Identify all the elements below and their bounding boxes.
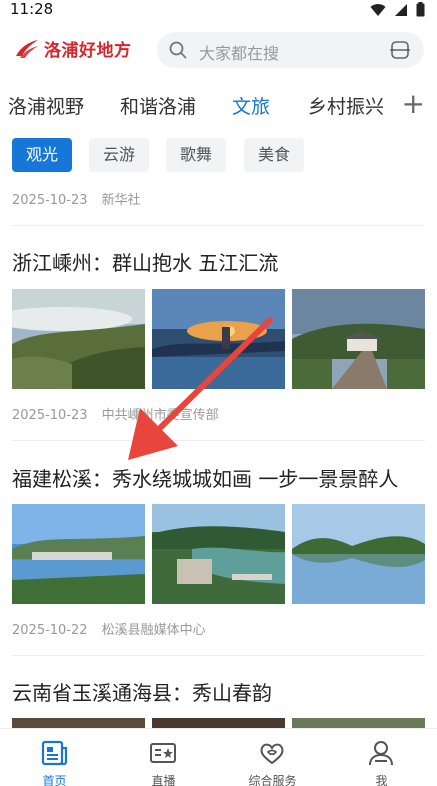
search-placeholder: 大家都在搜	[199, 44, 280, 63]
divider	[12, 440, 425, 441]
nav-me-label: 我	[375, 774, 388, 786]
chip-gewu[interactable]: 歌舞	[166, 138, 226, 172]
channel-tabs: 洛浦视野 和谐洛浦 文旅 乡村振兴 +	[0, 86, 437, 126]
nav-me[interactable]: 我	[327, 729, 436, 786]
thumbnail-image	[12, 504, 145, 604]
nav-live-label: 直播	[151, 774, 176, 786]
search-bar[interactable]: 大家都在搜	[157, 32, 424, 68]
chip-meishi[interactable]: 美食	[244, 138, 304, 172]
logo-text: 洛浦好地方	[44, 41, 132, 61]
tab-luopu-shiye[interactable]: 洛浦视野	[8, 92, 84, 119]
news-icon	[41, 740, 68, 766]
article-thumbnails[interactable]	[12, 718, 425, 728]
tab-hexie-luopu[interactable]: 和谐洛浦	[120, 92, 196, 119]
article-date: 2025-10-22	[12, 623, 88, 638]
logo-mark-icon	[16, 39, 38, 58]
signal-icon	[395, 3, 407, 16]
nav-home-label: 首页	[42, 774, 67, 786]
status-icons	[370, 2, 425, 17]
tab-wenlv[interactable]: 文旅	[232, 92, 270, 119]
chip-guanguang[interactable]: 观光	[12, 138, 72, 172]
article-source: 松溪县融媒体中心	[101, 623, 206, 638]
thumbnail-image	[152, 289, 285, 389]
scan-icon[interactable]	[390, 40, 410, 60]
nav-live[interactable]: 直播	[109, 729, 218, 786]
thumbnail-image	[12, 718, 145, 728]
nav-services-label: 综合服务	[248, 774, 297, 786]
chip-yunyou[interactable]: 云游	[89, 138, 149, 172]
article-source: 新华社	[101, 193, 141, 208]
article-source: 中共嵊州市委宣传部	[101, 408, 219, 423]
wifi-icon	[370, 3, 386, 16]
article-title[interactable]: 福建松溪：秀水绕城城如画 一步一景景醉人	[12, 463, 398, 492]
article-date: 2025-10-23	[12, 193, 88, 208]
status-time: 11:28	[10, 0, 54, 18]
thumbnail-image	[152, 718, 285, 728]
article-meta: 2025-10-22 松溪县融媒体中心	[12, 619, 206, 638]
divider	[12, 225, 425, 226]
article-thumbnails[interactable]	[12, 504, 425, 604]
thumbnail-image	[12, 289, 145, 389]
add-channel-button[interactable]: +	[402, 86, 425, 122]
thumbnail-image	[152, 504, 285, 604]
search-icon	[169, 41, 187, 59]
tab-xiangcun-zhenxing[interactable]: 乡村振兴	[308, 92, 384, 119]
thumbnail-image	[292, 504, 425, 604]
user-icon	[369, 741, 393, 766]
services-heart-icon	[260, 743, 284, 765]
article-title[interactable]: 云南省玉溪通海县：秀山春韵	[12, 677, 272, 706]
article-title[interactable]: 浙江嵊州：群山抱水 五江汇流	[12, 247, 278, 276]
article-date: 2025-10-23	[12, 408, 88, 423]
app-header: 洛浦好地方 大家都在搜	[0, 24, 437, 76]
battery-icon	[416, 2, 425, 17]
divider	[12, 655, 425, 656]
nav-services[interactable]: 综合服务	[218, 729, 327, 786]
article-thumbnails[interactable]	[12, 289, 425, 389]
thumbnail-image	[292, 289, 425, 389]
bottom-navigation: 首页 直播 综合服务 我	[0, 728, 437, 786]
nav-home[interactable]: 首页	[0, 729, 109, 786]
article-meta: 2025-10-23 中共嵊州市委宣传部	[12, 404, 219, 423]
thumbnail-image	[292, 718, 425, 728]
status-bar: 11:28	[0, 0, 437, 20]
app-logo[interactable]: 洛浦好地方	[14, 36, 132, 61]
article-meta: 2025-10-23 新华社	[12, 189, 141, 208]
live-tv-icon	[150, 743, 176, 763]
